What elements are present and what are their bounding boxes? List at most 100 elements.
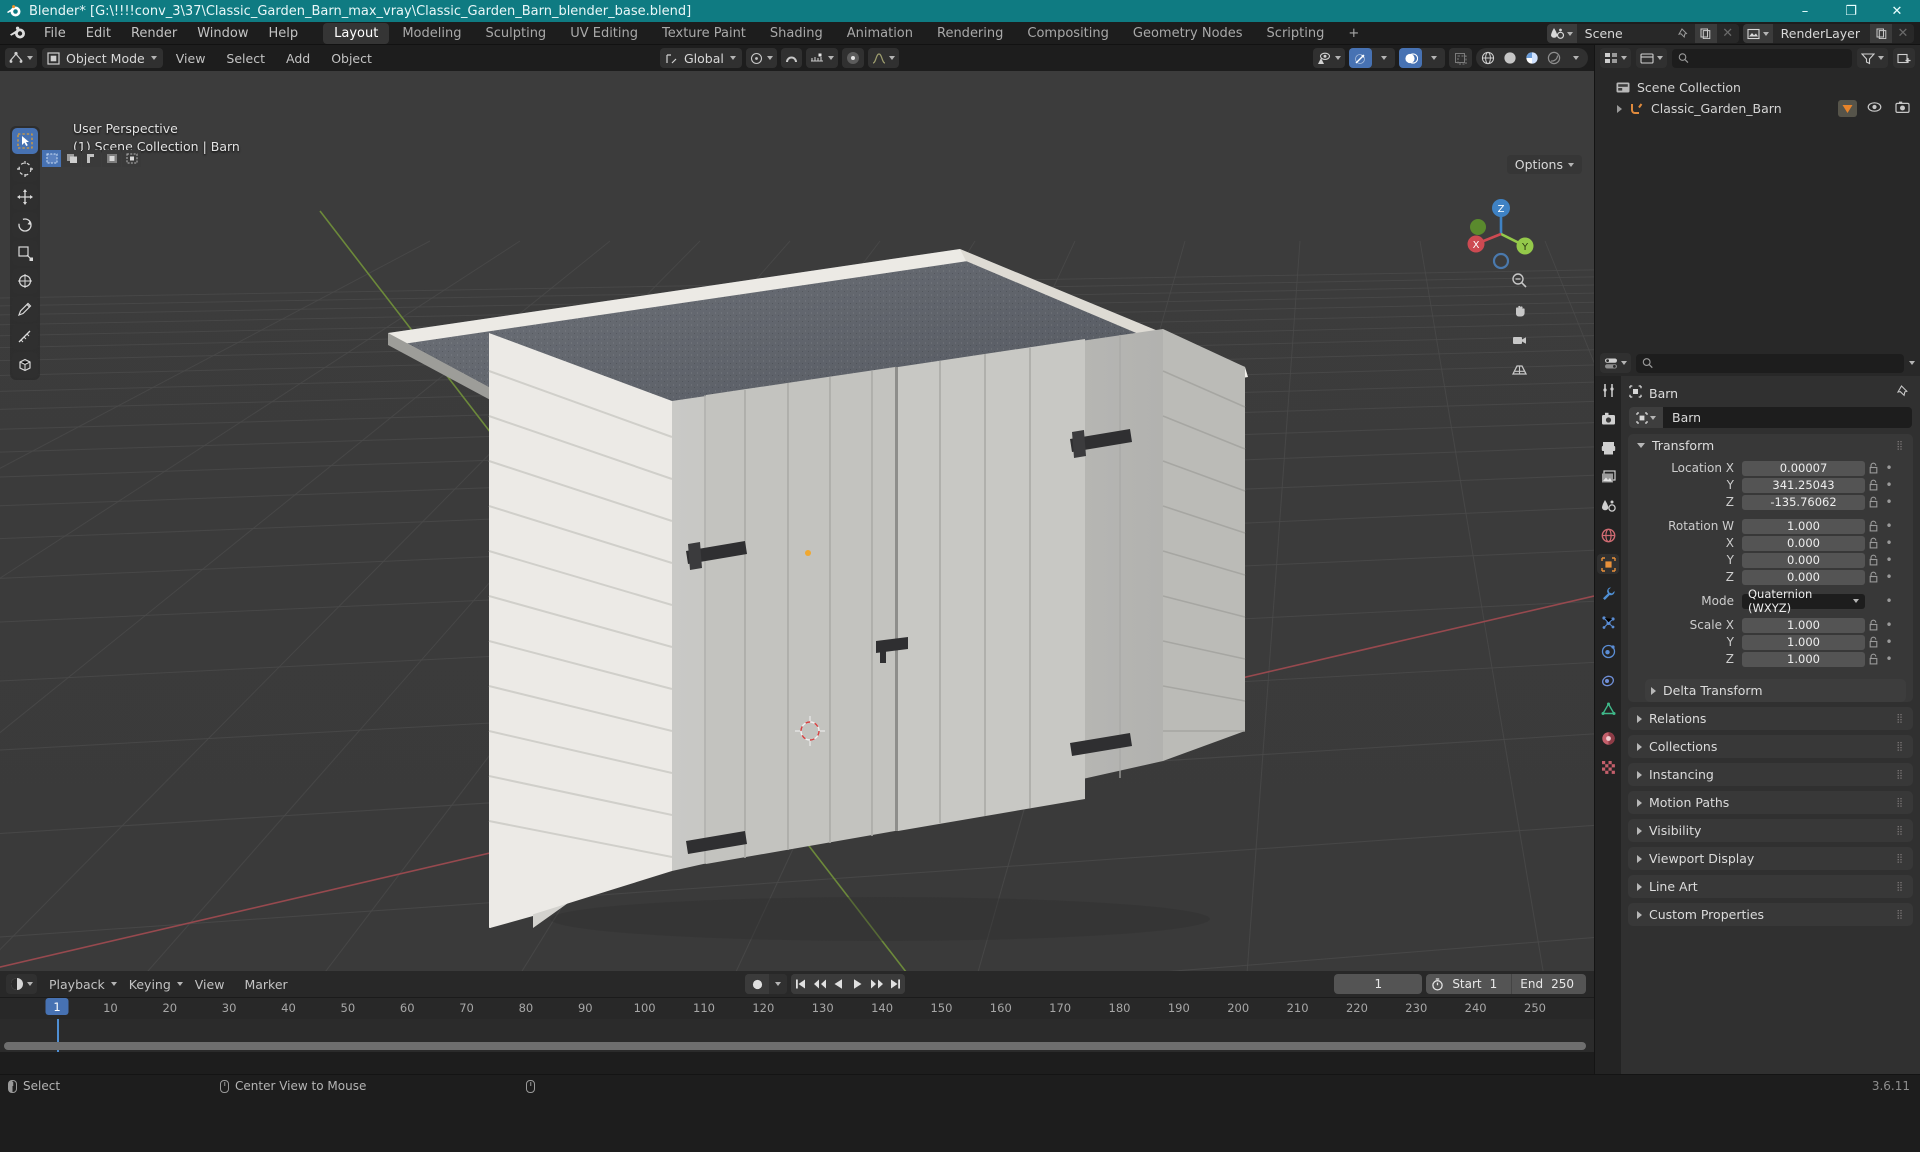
- proportional-falloff-selector[interactable]: [867, 48, 899, 68]
- field-location-y[interactable]: Y 341.25043 •: [1628, 477, 1913, 493]
- object-type-icon[interactable]: [1629, 407, 1663, 428]
- panel-instancing[interactable]: Instancing ⣿: [1628, 763, 1913, 786]
- pan-hand-icon[interactable]: [1506, 297, 1532, 323]
- menu-window[interactable]: Window: [187, 24, 258, 43]
- value-rotation-w[interactable]: 1.000: [1742, 518, 1865, 534]
- move-tool-icon[interactable]: [12, 184, 38, 210]
- start-frame-value[interactable]: 1: [1490, 977, 1512, 991]
- material-preview-shading-button[interactable]: [1521, 48, 1543, 68]
- properties-header-dropdown-icon[interactable]: [1909, 361, 1915, 365]
- value-location-z[interactable]: -135.76062: [1742, 494, 1865, 510]
- panel-line-art[interactable]: Line Art ⣿: [1628, 875, 1913, 898]
- scene-name[interactable]: Scene: [1576, 24, 1673, 43]
- new-viewlayer-icon[interactable]: [1870, 24, 1892, 43]
- visibility-selector[interactable]: [1313, 48, 1345, 68]
- tab-object[interactable]: [1597, 554, 1619, 574]
- field-scale-y[interactable]: Y 1.000 •: [1628, 634, 1913, 650]
- tab-uv-editing[interactable]: UV Editing: [559, 23, 649, 44]
- end-frame-value[interactable]: 250: [1551, 977, 1586, 991]
- jump-to-next-keyframe-button[interactable]: [867, 974, 886, 994]
- keying-options-dropdown[interactable]: [769, 974, 787, 994]
- expand-arrow-icon[interactable]: [1613, 102, 1626, 115]
- panel-motion-paths-header[interactable]: Motion Paths ⣿: [1628, 791, 1913, 814]
- value-scale-x[interactable]: 1.000: [1742, 617, 1865, 633]
- tab-world[interactable]: [1597, 525, 1619, 545]
- tab-output[interactable]: [1597, 438, 1619, 458]
- timeline-menu-view[interactable]: View: [187, 977, 233, 992]
- animate-location-x-icon[interactable]: •: [1882, 461, 1896, 475]
- viewlayer-selector[interactable]: RenderLayer ✕: [1742, 24, 1914, 43]
- value-location-x[interactable]: 0.00007: [1742, 460, 1865, 476]
- value-rotation-mode[interactable]: Quaternion (WXYZ): [1742, 587, 1865, 615]
- lock-rotation-w-icon[interactable]: [1865, 520, 1882, 532]
- animate-rotation-w-icon[interactable]: •: [1882, 519, 1896, 533]
- field-location-z[interactable]: Z -135.76062 •: [1628, 494, 1913, 510]
- horizontal-scrollbar[interactable]: [4, 1042, 1586, 1050]
- timeline-channel-area[interactable]: [0, 1019, 1594, 1052]
- field-scale-z[interactable]: Z 1.000 •: [1628, 651, 1913, 667]
- tab-object-data[interactable]: [1597, 699, 1619, 719]
- panel-delta-transform[interactable]: Delta Transform: [1645, 679, 1906, 702]
- play-reverse-button[interactable]: [829, 974, 848, 994]
- tab-layout[interactable]: Layout: [323, 22, 390, 44]
- cursor-tool-icon[interactable]: [12, 156, 38, 182]
- tab-sculpting[interactable]: Sculpting: [474, 23, 557, 44]
- transform-orientation-selector[interactable]: Global: [660, 48, 742, 68]
- delete-scene-icon[interactable]: ✕: [1716, 24, 1739, 43]
- outliner-search-input[interactable]: [1672, 48, 1852, 68]
- panel-relations-header[interactable]: Relations ⣿: [1628, 707, 1913, 730]
- panel-line-art-header[interactable]: Line Art ⣿: [1628, 875, 1913, 898]
- animate-location-y-icon[interactable]: •: [1882, 478, 1896, 492]
- panel-viewport-display[interactable]: Viewport Display ⣿: [1628, 847, 1913, 870]
- panel-motion-paths[interactable]: Motion Paths ⣿: [1628, 791, 1913, 814]
- tab-render[interactable]: [1597, 409, 1619, 429]
- panel-collections-header[interactable]: Collections ⣿: [1628, 735, 1913, 758]
- wireframe-shading-button[interactable]: [1477, 48, 1499, 68]
- field-rotation-x[interactable]: X 0.000 •: [1628, 535, 1913, 551]
- tab-texture-paint[interactable]: Texture Paint: [651, 23, 757, 44]
- lock-scale-z-icon[interactable]: [1865, 653, 1882, 665]
- outliner-search-field[interactable]: [1693, 51, 1846, 65]
- annotate-tool-icon[interactable]: [12, 296, 38, 322]
- snap-toggle[interactable]: [780, 48, 802, 68]
- animate-scale-y-icon[interactable]: •: [1882, 635, 1896, 649]
- animate-rotation-z-icon[interactable]: •: [1882, 570, 1896, 584]
- timeline-ruler[interactable]: 1 10 20 30 40 50 60 70 80 90 100 110 120 130 140 150 16…: [0, 997, 1594, 1019]
- panel-visibility[interactable]: Visibility ⣿: [1628, 819, 1913, 842]
- tab-constraints[interactable]: [1597, 670, 1619, 690]
- field-rotation-w[interactable]: Rotation W 1.000 •: [1628, 518, 1913, 534]
- value-scale-z[interactable]: 1.000: [1742, 651, 1865, 667]
- outliner-editor-type-button[interactable]: [1600, 48, 1631, 68]
- field-rotation-z[interactable]: Z 0.000 •: [1628, 569, 1913, 585]
- tab-view-layer[interactable]: [1597, 467, 1619, 487]
- menu-file[interactable]: File: [34, 24, 76, 43]
- tweak-tool-icon[interactable]: [12, 128, 38, 154]
- lock-scale-y-icon[interactable]: [1865, 636, 1882, 648]
- lock-location-z-icon[interactable]: [1865, 496, 1882, 508]
- viewport-options-button[interactable]: Options: [1506, 155, 1582, 174]
- tab-shading[interactable]: Shading: [759, 23, 834, 44]
- menu-edit[interactable]: Edit: [76, 24, 121, 43]
- tab-texture[interactable]: [1597, 757, 1619, 777]
- panel-transform-header[interactable]: Transform ⣿: [1628, 434, 1913, 457]
- scale-tool-icon[interactable]: [12, 240, 38, 266]
- zoom-icon[interactable]: [1506, 267, 1532, 293]
- viewlayer-name[interactable]: RenderLayer: [1772, 24, 1870, 43]
- outliner-filter-button[interactable]: [1857, 48, 1888, 68]
- lock-rotation-y-icon[interactable]: [1865, 554, 1882, 566]
- rotate-tool-icon[interactable]: [12, 212, 38, 238]
- select-subtract-icon[interactable]: [82, 150, 101, 167]
- tab-compositing[interactable]: Compositing: [1016, 23, 1120, 44]
- value-rotation-y[interactable]: 0.000: [1742, 552, 1865, 568]
- toggle-perspective-icon[interactable]: [1506, 357, 1532, 383]
- outliner-row-scene-collection[interactable]: Scene Collection: [1595, 77, 1920, 98]
- pin-id-icon[interactable]: [1896, 385, 1910, 401]
- tab-scene[interactable]: [1597, 496, 1619, 516]
- pin-scene-icon[interactable]: [1672, 24, 1695, 43]
- tab-scripting[interactable]: Scripting: [1256, 23, 1336, 44]
- play-button[interactable]: [848, 974, 867, 994]
- tab-modeling[interactable]: Modeling: [391, 23, 472, 44]
- select-intersect-icon[interactable]: [122, 150, 141, 167]
- lock-rotation-x-icon[interactable]: [1865, 537, 1882, 549]
- animate-scale-x-icon[interactable]: •: [1882, 618, 1896, 632]
